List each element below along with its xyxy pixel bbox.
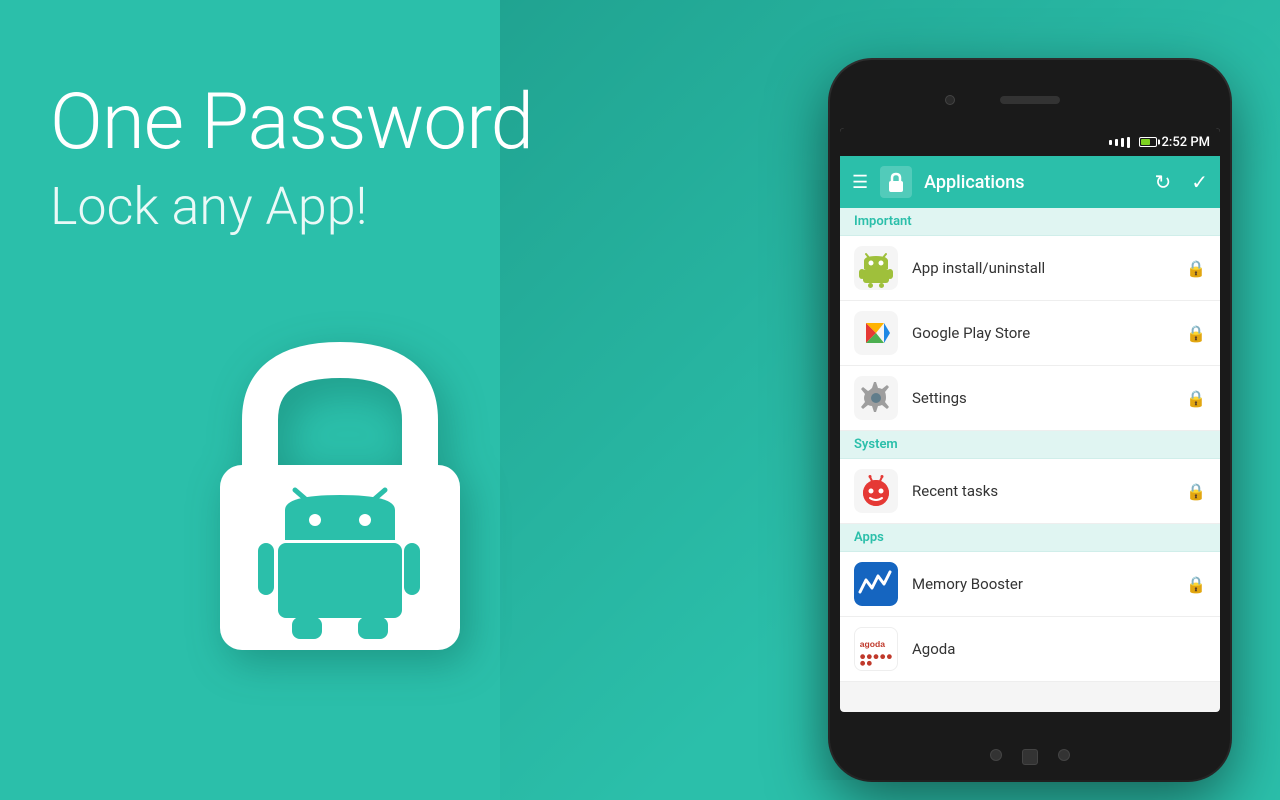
phone-home-button[interactable] <box>1022 749 1038 765</box>
app-name-memory-booster: Memory Booster <box>912 575 1172 593</box>
app-icon-android <box>854 246 898 290</box>
battery-fill <box>1141 139 1151 145</box>
playstore-icon-svg <box>854 311 898 355</box>
lock-with-android-svg <box>200 330 480 660</box>
app-icon-settings <box>854 376 898 420</box>
agoda-icon-svg: agoda <box>855 627 897 671</box>
svg-text:agoda: agoda <box>860 639 885 649</box>
signal-bar-4 <box>1127 137 1130 148</box>
check-icon[interactable]: ✓ <box>1191 170 1208 194</box>
refresh-icon[interactable]: ↻ <box>1154 170 1171 194</box>
status-time: 2:52 PM <box>1162 135 1211 150</box>
status-bar: 2:52 PM <box>840 128 1220 156</box>
section-header-system: System <box>840 431 1220 459</box>
lock-icon <box>887 172 905 192</box>
app-icon-agoda: agoda <box>854 627 898 671</box>
phone-body: 2:52 PM ☰ Applications ↻ ✓ Important <box>830 60 1230 780</box>
app-name-playstore: Google Play Store <box>912 324 1172 342</box>
menu-icon[interactable]: ☰ <box>852 172 868 193</box>
app-bar-lock-icon <box>880 166 912 198</box>
app-bar[interactable]: ☰ Applications ↻ ✓ <box>840 156 1220 208</box>
app-icon-recent-tasks <box>854 469 898 513</box>
main-title: One Password <box>50 80 630 166</box>
phone-camera <box>945 95 955 105</box>
lock-badge-settings: 🔒 <box>1186 389 1206 408</box>
phone-recent-button[interactable] <box>1058 749 1070 761</box>
sub-title: Lock any App! <box>50 176 630 237</box>
app-name-agoda: Agoda <box>912 640 1206 658</box>
app-icon-playstore <box>854 311 898 355</box>
list-item-settings[interactable]: Settings 🔒 <box>840 366 1220 431</box>
app-name-install: App install/uninstall <box>912 259 1172 277</box>
lock-icon-container <box>200 330 480 660</box>
list-item-playstore[interactable]: Google Play Store 🔒 <box>840 301 1220 366</box>
list-item-recent-tasks[interactable]: Recent tasks 🔒 <box>840 459 1220 524</box>
phone-top-bar <box>830 80 1230 120</box>
phone-back-button[interactable] <box>990 749 1002 761</box>
memory-booster-icon-svg <box>854 562 898 606</box>
recent-tasks-icon-svg <box>854 469 898 513</box>
app-name-recent-tasks: Recent tasks <box>912 482 1172 500</box>
settings-icon-svg <box>854 376 898 420</box>
phone-screen: 2:52 PM ☰ Applications ↻ ✓ Important <box>840 128 1220 712</box>
battery-icon <box>1139 137 1157 147</box>
lock-badge-install: 🔒 <box>1186 259 1206 278</box>
section-header-apps: Apps <box>840 524 1220 552</box>
lock-badge-memory-booster: 🔒 <box>1186 575 1206 594</box>
lock-badge-playstore: 🔒 <box>1186 324 1206 343</box>
list-item-agoda[interactable]: agoda Agoda <box>840 617 1220 682</box>
android-icon-svg <box>854 246 898 290</box>
app-bar-title: Applications <box>924 172 1142 193</box>
lock-badge-recent-tasks: 🔒 <box>1186 482 1206 501</box>
phone-speaker <box>1000 96 1060 104</box>
phone-container: 2:52 PM ☰ Applications ↻ ✓ Important <box>830 60 1230 780</box>
signal-bar-2 <box>1115 139 1118 146</box>
list-item-app-install[interactable]: App install/uninstall 🔒 <box>840 236 1220 301</box>
phone-bottom-buttons <box>830 749 1230 765</box>
list-item-memory-booster[interactable]: Memory Booster 🔒 <box>840 552 1220 617</box>
section-header-important: Important <box>840 208 1220 236</box>
signal-bar-1 <box>1109 140 1112 145</box>
app-name-settings: Settings <box>912 389 1172 407</box>
left-content: One Password Lock any App! <box>50 80 630 237</box>
signal-bar-3 <box>1121 138 1124 147</box>
signal-bars <box>1109 137 1130 148</box>
app-icon-memory-booster <box>854 562 898 606</box>
